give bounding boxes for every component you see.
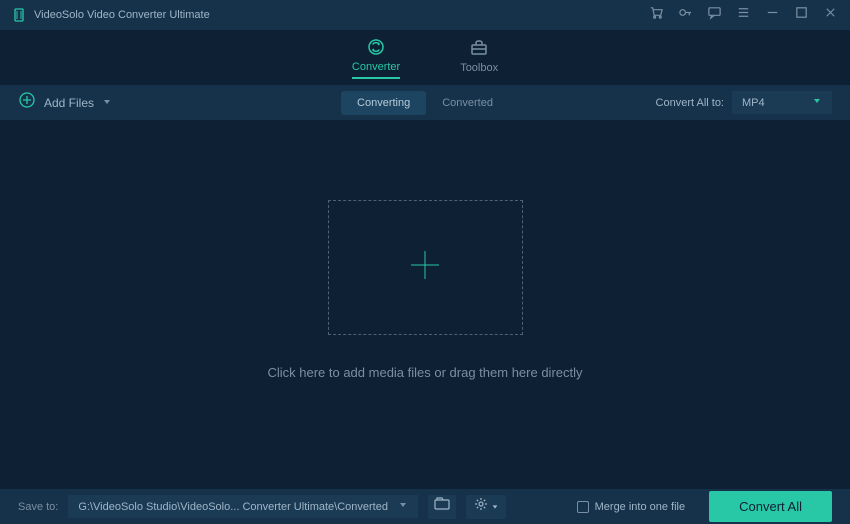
save-path-value: G:\VideoSolo Studio\VideoSolo... Convert… bbox=[78, 501, 388, 513]
titlebar: VideoSolo Video Converter Ultimate bbox=[0, 0, 850, 30]
convert-all-to-label: Convert All to: bbox=[656, 97, 724, 109]
converter-icon bbox=[366, 37, 386, 57]
format-value: MP4 bbox=[742, 97, 765, 109]
open-folder-button[interactable] bbox=[428, 495, 456, 519]
maximize-icon[interactable] bbox=[794, 5, 809, 25]
bottom-bar: Save to: G:\VideoSolo Studio\VideoSolo..… bbox=[0, 489, 850, 524]
format-select[interactable]: MP4 bbox=[732, 91, 832, 114]
plus-icon bbox=[407, 247, 443, 288]
save-to-label: Save to: bbox=[18, 501, 58, 513]
settings-button[interactable] bbox=[466, 495, 506, 519]
sub-bar: Add Files Converting Converted Convert A… bbox=[0, 85, 850, 120]
main-area: Click here to add media files or drag th… bbox=[0, 120, 850, 489]
convert-all-to: Convert All to: MP4 bbox=[656, 91, 832, 114]
title-left: VideoSolo Video Converter Ultimate bbox=[12, 8, 210, 22]
merge-checkbox[interactable]: Merge into one file bbox=[577, 501, 686, 513]
add-files-label: Add Files bbox=[44, 96, 94, 110]
gear-icon bbox=[474, 497, 488, 516]
chevron-down-icon bbox=[398, 500, 408, 513]
chevron-down-icon bbox=[812, 96, 822, 109]
cart-icon[interactable] bbox=[649, 5, 664, 25]
minimize-icon[interactable] bbox=[765, 5, 780, 25]
close-icon[interactable] bbox=[823, 5, 838, 25]
key-icon[interactable] bbox=[678, 5, 693, 25]
folder-icon bbox=[434, 497, 450, 516]
menu-icon[interactable] bbox=[736, 5, 751, 25]
tab-toolbox-label: Toolbox bbox=[460, 62, 498, 74]
titlebar-actions bbox=[649, 5, 838, 25]
subtab-converting[interactable]: Converting bbox=[341, 91, 426, 115]
add-files-button[interactable]: Add Files bbox=[18, 91, 112, 114]
drop-hint: Click here to add media files or drag th… bbox=[267, 365, 582, 380]
convert-all-button[interactable]: Convert All bbox=[709, 491, 832, 522]
nav-tabs: Converter Toolbox bbox=[0, 30, 850, 85]
chevron-down-icon bbox=[491, 498, 499, 516]
save-path-select[interactable]: G:\VideoSolo Studio\VideoSolo... Convert… bbox=[68, 495, 418, 518]
drop-zone[interactable] bbox=[328, 200, 523, 335]
merge-label: Merge into one file bbox=[595, 501, 686, 513]
tab-converter-label: Converter bbox=[352, 61, 400, 73]
tab-converter[interactable]: Converter bbox=[352, 37, 400, 79]
subtab-converted[interactable]: Converted bbox=[426, 91, 509, 115]
toolbox-icon bbox=[469, 38, 489, 58]
checkbox-icon bbox=[577, 501, 589, 513]
app-title: VideoSolo Video Converter Ultimate bbox=[34, 9, 210, 21]
tab-toolbox[interactable]: Toolbox bbox=[460, 38, 498, 78]
feedback-icon[interactable] bbox=[707, 5, 722, 25]
plus-circle-icon bbox=[18, 91, 36, 114]
chevron-down-icon bbox=[102, 94, 112, 112]
app-logo-icon bbox=[12, 8, 26, 22]
sub-tabs: Converting Converted bbox=[341, 91, 509, 115]
